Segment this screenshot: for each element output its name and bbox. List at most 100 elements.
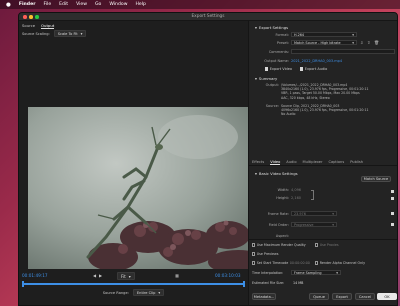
format-select[interactable]: H.264 ▾ [291, 32, 357, 37]
frame-rate-select[interactable]: 23.976 ▾ [291, 211, 337, 216]
width-match-checkbox[interactable] [391, 190, 395, 194]
frame-rate-label: Frame Rate: [267, 212, 289, 216]
basic-video-header[interactable]: ▾ Basic Video Settings [255, 171, 298, 176]
menu-app-name[interactable]: Finder [19, 2, 36, 7]
output-name-link[interactable]: 2021_2022_DRHA0_003.mp4 [291, 59, 342, 63]
chevron-down-icon: ▾ [255, 25, 257, 30]
chevron-down-icon: ▾ [158, 290, 161, 295]
width-value[interactable]: 4,096 [291, 188, 301, 192]
chain-link-icon[interactable] [311, 190, 314, 200]
comments-input[interactable] [291, 49, 395, 54]
zoom-window-button[interactable] [35, 15, 39, 19]
menu-view[interactable]: View [76, 2, 87, 7]
export-video-option[interactable]: Export Video [265, 67, 292, 71]
use-proxies-checkbox[interactable] [315, 243, 319, 247]
video-preview [28, 107, 248, 269]
preview-tabs: Source Output [22, 23, 55, 29]
source-label: Source: [265, 104, 279, 108]
tab-captions[interactable]: Captions [328, 160, 344, 164]
start-timecode-value[interactable]: 00:00:00:00 [290, 261, 310, 265]
use-proxies-option[interactable]: Use Proxies [315, 243, 339, 247]
export-button[interactable]: Export [332, 293, 352, 300]
export-audio-option[interactable]: Export Audio [300, 67, 327, 71]
height-value[interactable]: 2,160 [291, 196, 301, 200]
close-window-button[interactable] [23, 15, 27, 19]
max-render-quality-checkbox[interactable] [252, 243, 256, 247]
mantis-preview-image [28, 107, 248, 269]
source-range-row: Source Range: Entire Clip ▾ [22, 289, 245, 296]
start-timecode-checkbox[interactable] [252, 261, 256, 265]
export-settings-header[interactable]: ▾ Export Settings [255, 25, 288, 30]
duration-timecode: 00:03:10:03 [215, 273, 241, 278]
ok-button[interactable]: OK [377, 293, 397, 300]
export-audio-label: Export Audio [304, 67, 328, 71]
render-alpha-checkbox[interactable] [315, 261, 319, 265]
export-audio-checkbox[interactable] [300, 67, 304, 71]
time-interpolation-select[interactable]: Frame Sampling ▾ [291, 270, 341, 275]
tab-multiplexer[interactable]: Multiplexer [303, 160, 323, 164]
in-point-handle[interactable] [22, 281, 24, 287]
summary-header[interactable]: ▾ Summary [255, 76, 277, 81]
file-size-value: 14 MB [293, 281, 304, 285]
export-settings-title: Export Settings [258, 25, 289, 30]
menu-help[interactable]: Help [135, 2, 145, 7]
format-label: Format: [275, 33, 289, 37]
mark-out-icon[interactable]: ▶ [99, 273, 102, 278]
export-settings-window: Export Settings Source Output Source Sca… [18, 12, 398, 306]
start-timecode-option[interactable]: Set Start Timecode 00:00:00:00 [252, 261, 310, 265]
metadata-button[interactable]: Metadata... [252, 293, 276, 300]
field-order-match-checkbox[interactable] [391, 223, 395, 227]
import-preset-icon[interactable]: ⇧ [367, 40, 370, 45]
menu-go[interactable]: Go [95, 2, 101, 7]
chevron-down-icon: ▾ [255, 171, 257, 176]
summary-title: Summary [258, 76, 278, 81]
output-summary-line: AAC, 320 kbps, 48 kHz, Stereo [281, 95, 330, 100]
menu-file[interactable]: File [43, 2, 51, 7]
queue-button[interactable]: Queue [309, 293, 329, 300]
minimize-window-button[interactable] [29, 15, 33, 19]
divider [249, 239, 397, 240]
chevron-down-icon: ▾ [352, 40, 354, 45]
max-render-quality-option[interactable]: Use Maximum Render Quality [252, 243, 306, 247]
current-timecode[interactable]: 00:01:49:17 [22, 273, 48, 278]
preset-select[interactable]: Match Source - High bitrate ▾ [291, 40, 357, 45]
frame-rate-match-checkbox[interactable] [391, 212, 395, 216]
mark-in-icon[interactable]: ◀ [93, 273, 96, 278]
preset-value: Match Source - High bitrate [294, 40, 341, 45]
tab-publish[interactable]: Publish [350, 160, 363, 164]
tab-audio[interactable]: Audio [286, 160, 296, 164]
crop-icon[interactable]: ▦ [175, 273, 179, 278]
tab-effects[interactable]: Effects [252, 160, 264, 164]
match-source-button[interactable]: Match Source [361, 176, 391, 182]
time-interpolation-value: Frame Sampling [294, 270, 322, 275]
source-range-select[interactable]: Entire Clip ▾ [132, 289, 165, 296]
export-video-checkbox[interactable] [265, 67, 269, 71]
zoom-fit-select[interactable]: Fit ▾ [117, 272, 135, 280]
width-label: Width: [277, 188, 289, 192]
apple-icon[interactable]: ● [6, 2, 11, 8]
field-order-value: Progressive [294, 222, 314, 227]
save-preset-icon[interactable]: ⇩ [360, 40, 363, 45]
source-summary: Source Clip, 2021_2022_DRHA0_003 4096x21… [281, 104, 397, 117]
menu-window[interactable]: Window [109, 2, 127, 7]
tab-source[interactable]: Source [22, 23, 35, 29]
height-match-checkbox[interactable] [391, 197, 395, 201]
playhead-track[interactable] [22, 283, 245, 285]
render-alpha-label: Render Alpha Channel Only [319, 261, 366, 265]
delete-preset-icon[interactable]: 🗑 [374, 40, 379, 45]
source-summary-line: No Audio [281, 112, 296, 117]
cancel-button[interactable]: Cancel [355, 293, 375, 300]
render-alpha-option[interactable]: Render Alpha Channel Only [315, 261, 365, 265]
source-range-value: Entire Clip [136, 290, 156, 295]
source-scaling-value: Scale To Fit [57, 31, 78, 36]
field-order-select[interactable]: Progressive ▾ [291, 222, 337, 227]
menu-edit[interactable]: Edit [59, 2, 68, 7]
use-previews-option[interactable]: Use Previews [252, 252, 278, 256]
out-point-handle[interactable] [243, 281, 245, 287]
source-scaling-select[interactable]: Scale To Fit ▾ [53, 30, 87, 37]
aspect-label: Aspect: [275, 234, 289, 238]
tab-output[interactable]: Output [41, 23, 55, 29]
use-proxies-label: Use Proxies [319, 243, 339, 247]
tab-video[interactable]: Video [270, 160, 281, 165]
use-previews-checkbox[interactable] [252, 252, 256, 256]
